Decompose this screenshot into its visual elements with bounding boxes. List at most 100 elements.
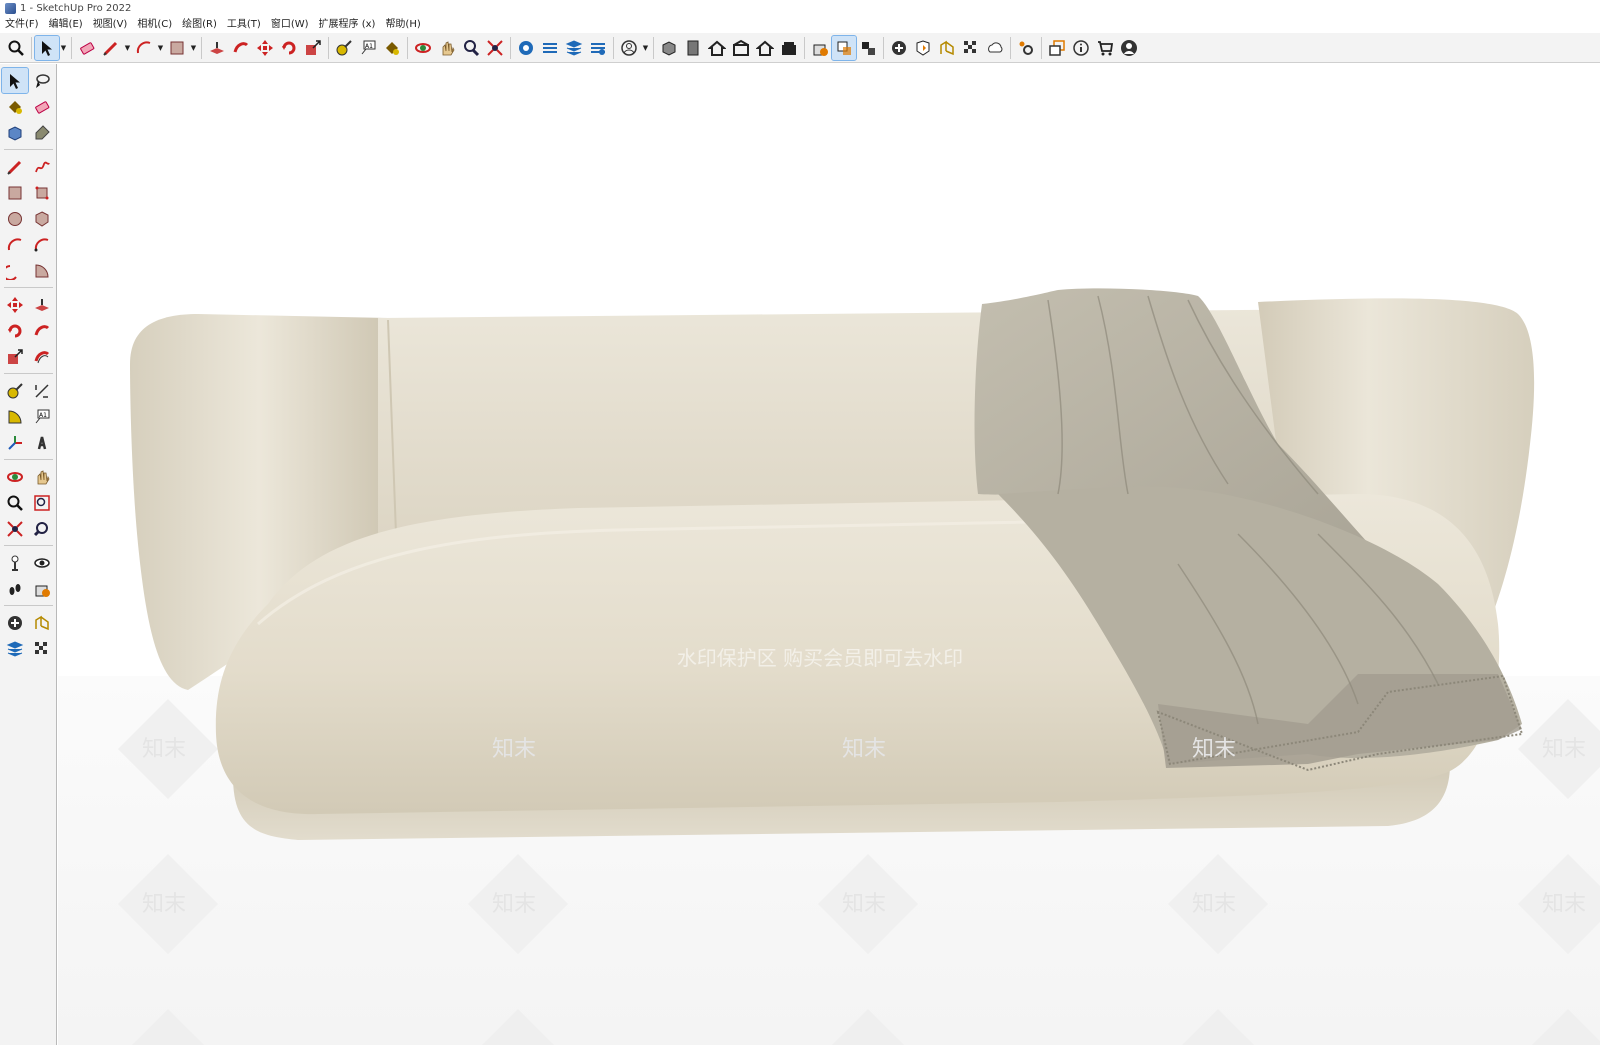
cloud-icon[interactable]	[983, 36, 1007, 60]
offset-icon[interactable]	[29, 344, 55, 369]
zoom-extents-icon[interactable]	[483, 36, 507, 60]
eraser-icon[interactable]	[29, 94, 55, 119]
move-icon[interactable]	[2, 292, 28, 317]
cart-icon[interactable]	[1093, 36, 1117, 60]
menu-item[interactable]: 编辑(E)	[44, 16, 88, 33]
select-icon[interactable]	[34, 34, 60, 61]
settings-icon[interactable]	[1014, 36, 1038, 60]
sandbox-icon[interactable]	[935, 36, 959, 60]
display-section-icon[interactable]	[831, 34, 857, 61]
rotated-rectangle-icon[interactable]	[29, 180, 55, 205]
move-icon[interactable]	[253, 36, 277, 60]
menu-item[interactable]: 工具(T)	[222, 16, 266, 33]
chevron-down-icon[interactable]: ▼	[123, 36, 132, 60]
menu-item[interactable]: 帮助(H)	[380, 16, 425, 33]
pie-icon[interactable]	[29, 258, 55, 283]
zoom-window-icon[interactable]	[29, 490, 55, 515]
text-icon[interactable]: A1	[356, 36, 380, 60]
back-view-icon[interactable]	[753, 36, 777, 60]
push-pull-icon[interactable]	[29, 292, 55, 317]
protractor-icon[interactable]	[2, 404, 28, 429]
arc-icon[interactable]	[132, 36, 156, 60]
menu-item[interactable]: 视图(V)	[88, 16, 133, 33]
tag-icon[interactable]	[29, 120, 55, 145]
scale-icon[interactable]	[2, 344, 28, 369]
zoom-icon[interactable]	[2, 490, 28, 515]
orbit-icon[interactable]	[411, 36, 435, 60]
menu-item[interactable]: 相机(C)	[132, 16, 177, 33]
sandbox-icon[interactable]	[29, 610, 55, 635]
zoom-extents-icon[interactable]	[2, 516, 28, 541]
menu-item[interactable]: 窗口(W)	[266, 16, 314, 33]
select-icon[interactable]	[1, 67, 29, 94]
pencil-icon[interactable]	[2, 154, 28, 179]
extension-manager-icon[interactable]	[586, 36, 610, 60]
tape-measure-icon[interactable]	[2, 378, 28, 403]
rotate-icon[interactable]	[2, 318, 28, 343]
lasso-icon[interactable]	[29, 68, 55, 93]
three-point-arc-icon[interactable]	[2, 258, 28, 283]
pencil-icon[interactable]	[99, 36, 123, 60]
text-icon[interactable]: A1	[29, 404, 55, 429]
axes-icon[interactable]	[2, 430, 28, 455]
rectangle-icon[interactable]	[165, 36, 189, 60]
rectangle-icon[interactable]	[2, 180, 28, 205]
add-location-icon[interactable]	[2, 610, 28, 635]
zoom-icon[interactable]	[4, 36, 28, 60]
left-view-icon[interactable]	[777, 36, 801, 60]
push-pull-icon-glyph	[210, 41, 224, 54]
position-camera-icon[interactable]	[2, 550, 28, 575]
add-location-icon[interactable]	[887, 36, 911, 60]
right-view-icon[interactable]	[729, 36, 753, 60]
scale-icon[interactable]	[301, 36, 325, 60]
menu-item[interactable]: 绘图(R)	[177, 16, 222, 33]
menu-item[interactable]: 文件(F)	[0, 16, 44, 33]
warehouse-icon[interactable]	[514, 36, 538, 60]
section-cuts-icon[interactable]	[856, 36, 880, 60]
arc-icon[interactable]	[2, 232, 28, 257]
account-icon[interactable]	[617, 36, 641, 60]
user-icon[interactable]	[1117, 36, 1141, 60]
orbit-icon[interactable]	[2, 464, 28, 489]
pan-icon[interactable]	[29, 464, 55, 489]
rotate-icon[interactable]	[277, 36, 301, 60]
chevron-down-icon[interactable]: ▼	[189, 36, 198, 60]
3d-text-icon[interactable]	[29, 430, 55, 455]
extension-warehouse-icon[interactable]	[538, 36, 562, 60]
window-icon[interactable]	[1045, 36, 1069, 60]
fog-icon[interactable]	[959, 36, 983, 60]
section-plane-icon[interactable]	[29, 576, 55, 601]
iso-view-icon[interactable]	[657, 36, 681, 60]
chevron-down-icon[interactable]: ▼	[156, 36, 165, 60]
paint-bucket-icon[interactable]	[2, 94, 28, 119]
look-around-icon[interactable]	[29, 550, 55, 575]
previous-view-icon[interactable]	[29, 516, 55, 541]
chevron-down-icon[interactable]: ▼	[59, 36, 68, 60]
zoom-view-icon[interactable]	[459, 36, 483, 60]
fog-icon[interactable]	[29, 636, 55, 661]
eraser-icon[interactable]	[75, 36, 99, 60]
model-viewport[interactable]: 水印保护区 购买会员即可去水印 知末 知末 知末 知末 知末 知末 知末 知末 …	[58, 64, 1600, 1045]
polygon-icon[interactable]	[29, 206, 55, 231]
paint-bucket-icon[interactable]	[380, 36, 404, 60]
layout-icon[interactable]	[562, 36, 586, 60]
make-component-icon[interactable]	[2, 120, 28, 145]
two-point-arc-icon[interactable]	[29, 232, 55, 257]
menu-item[interactable]: 扩展程序 (x)	[314, 16, 381, 33]
shadow-settings-icon[interactable]	[911, 36, 935, 60]
circle-icon[interactable]	[2, 206, 28, 231]
pan-icon[interactable]	[435, 36, 459, 60]
section-plane-icon[interactable]	[808, 36, 832, 60]
layers-icon[interactable]	[2, 636, 28, 661]
top-view-icon[interactable]	[681, 36, 705, 60]
walk-icon[interactable]	[2, 576, 28, 601]
push-pull-icon[interactable]	[205, 36, 229, 60]
info-icon[interactable]	[1069, 36, 1093, 60]
chevron-down-icon[interactable]: ▼	[641, 36, 650, 60]
front-view-icon[interactable]	[705, 36, 729, 60]
tape-measure-icon[interactable]	[332, 36, 356, 60]
follow-me-icon[interactable]	[229, 36, 253, 60]
freehand-icon[interactable]	[29, 154, 55, 179]
follow-me-icon[interactable]	[29, 318, 55, 343]
dimension-icon[interactable]	[29, 378, 55, 403]
